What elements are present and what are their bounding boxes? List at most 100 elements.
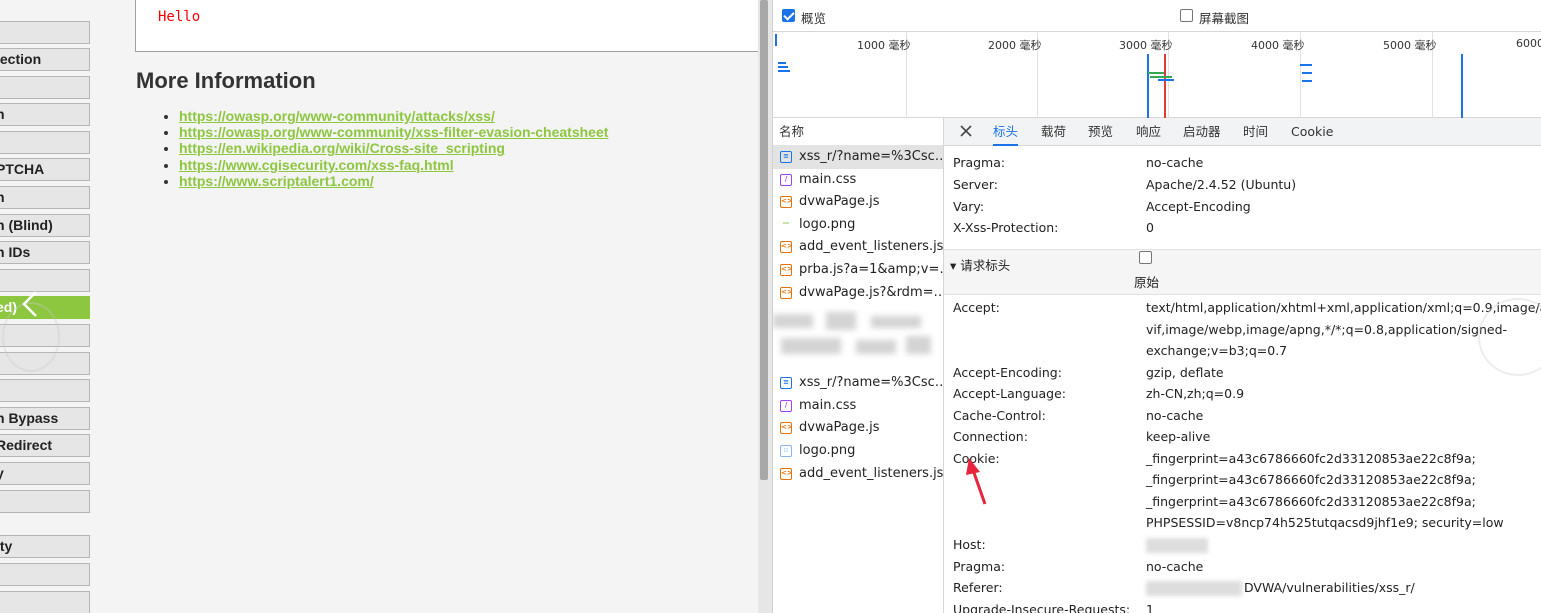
timeline-tick-label: 5000 毫秒 (1383, 39, 1437, 52)
request-headers-toggle[interactable]: ▾ 请求标头 (950, 255, 1010, 274)
menu-item-sql-injection[interactable]: jection (0, 48, 90, 71)
request-row[interactable]: ≡ xss_r/?name=%3Csc… (773, 372, 943, 395)
timeline-bar (1158, 79, 1174, 81)
request-row[interactable]: — logo.png (773, 214, 943, 237)
script-icon: <> (780, 241, 793, 254)
link-owasp-cheatsheet[interactable]: https://owasp.org/www-community/xss-filt… (179, 124, 608, 140)
timeline-request-line (1461, 54, 1463, 118)
header-name: Accept-Encoding: (953, 365, 1062, 380)
menu-item-sql-injection-blind[interactable]: n (Blind) (0, 214, 90, 237)
redacted-value (1146, 538, 1208, 553)
screenshot-checkbox[interactable] (1180, 9, 1193, 22)
tab-payload[interactable]: 载荷 (1041, 118, 1066, 146)
request-headers-section (944, 249, 1541, 295)
header-name: Accept: (953, 300, 1000, 315)
menu-item[interactable]: n (0, 186, 90, 209)
request-details-pane: 标头 载荷 预览 响应 启动器 时间 Cookie Pragma: no-cac… (944, 118, 1541, 613)
timeline-tick-label: 4000 毫秒 (1251, 39, 1305, 52)
timeline-tick-label: 1000 毫秒 (857, 39, 911, 52)
request-name: logo.png (799, 442, 856, 458)
link-owasp-xss[interactable]: https://owasp.org/www-community/attacks/… (179, 108, 495, 124)
link-wikipedia-xss[interactable]: https://en.wikipedia.org/wiki/Cross-site… (179, 140, 505, 156)
request-row[interactable]: / main.css (773, 169, 943, 192)
script-icon: <> (780, 263, 793, 276)
request-name: logo.png (799, 216, 856, 232)
request-name: prba.js?a=1&amp;v=… (799, 261, 943, 277)
menu-item[interactable] (0, 379, 90, 402)
request-row[interactable]: <> prba.js?a=1&amp;v=… (773, 259, 943, 282)
network-overview-timeline[interactable]: 1000 毫秒 2000 毫秒 3000 毫秒 4000 毫秒 5000 毫秒 … (773, 32, 1541, 118)
scrollbar[interactable] (758, 0, 772, 613)
request-row[interactable]: <> add_event_listeners.js (773, 236, 943, 259)
request-row[interactable]: <> dvwaPage.js?&rdm=… (773, 282, 943, 305)
request-name: add_event_listeners.js (799, 465, 943, 481)
tab-headers[interactable]: 标头 (993, 118, 1019, 146)
tab-response[interactable]: 响应 (1136, 118, 1161, 146)
header-value: gzip, deflate (1146, 365, 1224, 380)
link-scriptalert1[interactable]: https://www.scriptalert1.com/ (179, 173, 374, 189)
tab-cookies[interactable]: Cookie (1291, 118, 1333, 146)
request-name: main.css (799, 397, 857, 413)
menu-item[interactable]: n (0, 103, 90, 126)
list-item: https://owasp.org/www-community/xss-filt… (179, 124, 608, 140)
screenshot-label: 屏幕截图 (1199, 11, 1250, 26)
image-icon: ▫ (780, 444, 792, 457)
timeline-tick-label: 3000 毫秒 (1119, 39, 1173, 52)
scrollbar-thumb[interactable] (760, 0, 768, 480)
name-column-header[interactable]: 名称 (773, 118, 943, 146)
header-value: _fingerprint=a43c6786660fc2d33120853ae22… (1146, 494, 1476, 509)
close-icon[interactable] (958, 123, 974, 139)
stylesheet-icon: / (780, 399, 792, 412)
chevron-left-icon[interactable] (20, 290, 48, 318)
screen: jection n PTCHA n n (Blind) n IDs ed) n … (0, 0, 1541, 613)
tab-initiator[interactable]: 启动器 (1183, 118, 1221, 146)
document-icon: ≡ (780, 377, 792, 390)
list-item: https://www.cgisecurity.com/xss-faq.html (179, 157, 608, 173)
menu-item-open-redirect[interactable]: Redirect (0, 434, 90, 457)
script-icon: <> (780, 467, 793, 480)
tab-preview[interactable]: 预览 (1088, 118, 1113, 146)
timeline-bar (1300, 64, 1312, 66)
list-item: https://owasp.org/www-community/attacks/… (179, 108, 608, 124)
timeline-bar (1302, 80, 1312, 82)
timeline-bar (778, 66, 788, 68)
image-icon: — (782, 218, 790, 227)
menu-item[interactable] (0, 490, 90, 513)
request-row[interactable]: <> dvwaPage.js (773, 417, 943, 440)
menu-item[interactable] (0, 76, 90, 99)
request-row[interactable]: / main.css (773, 395, 943, 418)
menu-item[interactable] (0, 131, 90, 154)
timeline-tick-label: 2000 毫秒 (988, 39, 1042, 52)
request-row[interactable]: <> add_event_listeners.js (773, 463, 943, 486)
tab-timing[interactable]: 时间 (1243, 118, 1268, 146)
header-value: no-cache (1146, 155, 1204, 170)
network-toolbar: 概览 屏幕截图 (773, 0, 1541, 32)
script-icon: <> (780, 196, 793, 209)
menu-item[interactable] (0, 269, 90, 292)
annotation-arrow-icon (966, 458, 987, 505)
timeline-load-line (1164, 54, 1166, 118)
request-name-list: 名称 ≡ xss_r/?name=%3Csc… / main.css <> dvwaP… (773, 118, 944, 613)
menu-item-captcha[interactable]: PTCHA (0, 158, 90, 181)
menu-item[interactable] (0, 21, 90, 44)
devtools-network-panel: 概览 屏幕截图 1000 毫秒 2000 毫秒 3000 毫秒 4000 毫秒 … (772, 0, 1541, 613)
timeline-bar (778, 70, 790, 72)
menu-item[interactable] (0, 563, 90, 586)
link-cgisecurity[interactable]: https://www.cgisecurity.com/xss-faq.html (179, 157, 454, 173)
menu-item[interactable] (0, 591, 90, 613)
raw-headers-checkbox[interactable] (1139, 251, 1152, 264)
menu-item-session-ids[interactable]: n IDs (0, 241, 90, 264)
header-name: Accept-Language: (953, 386, 1067, 401)
menu-item-dvwa-security[interactable]: ity (0, 535, 90, 558)
menu-item-authorisation-bypass[interactable]: n Bypass (0, 407, 90, 430)
menu-item-cryptography[interactable]: y (0, 462, 90, 485)
header-value: vif,image/webp,image/apng,*/*;q=0.8,appl… (1146, 322, 1508, 337)
request-row[interactable]: ▫ logo.png (773, 440, 943, 463)
request-row[interactable]: ≡ xss_r/?name=%3Csc… (773, 146, 943, 169)
header-value: no-cache (1146, 559, 1204, 574)
request-row[interactable]: <> dvwaPage.js (773, 191, 943, 214)
header-value: Accept-Encoding (1146, 199, 1251, 214)
header-value: text/html,application/xhtml+xml,applicat… (1146, 300, 1541, 315)
overview-checkbox[interactable] (782, 9, 795, 22)
header-name: Upgrade-Insecure-Requests: (953, 602, 1131, 613)
